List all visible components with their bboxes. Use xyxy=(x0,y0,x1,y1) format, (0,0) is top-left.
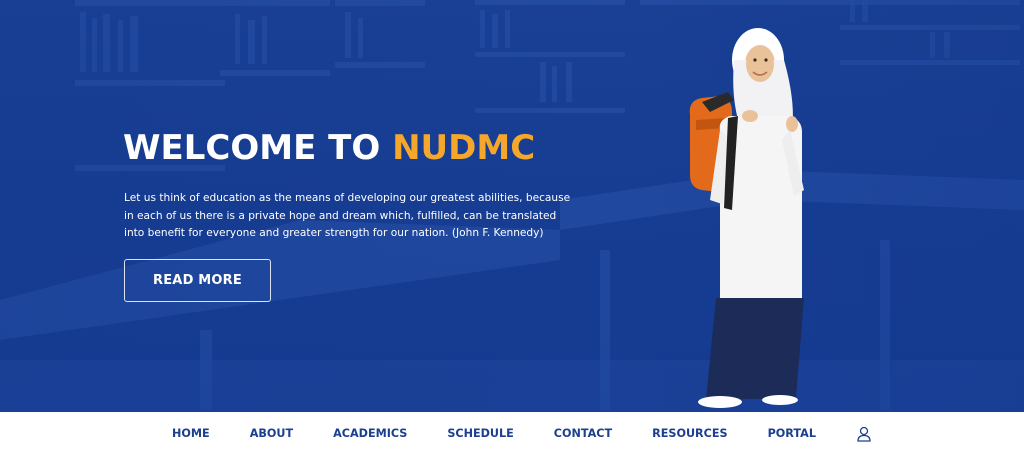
student-image xyxy=(689,28,804,408)
hero-banner: WELCOME TO NUDMC Let us think of educati… xyxy=(0,0,1024,412)
hero-title: WELCOME TO NUDMC xyxy=(123,126,535,170)
hero-quote: Let us think of education as the means o… xyxy=(124,192,571,239)
user-icon[interactable] xyxy=(856,426,872,442)
hero-title-accent: NUDMC xyxy=(392,128,536,168)
nav-contact[interactable]: CONTACT xyxy=(554,427,612,440)
nav-list: HOME ABOUT ACADEMICS SCHEDULE CONTACT RE… xyxy=(152,426,872,442)
nav-academics[interactable]: ACADEMICS xyxy=(333,427,407,440)
nav-about[interactable]: ABOUT xyxy=(250,427,293,440)
read-more-button[interactable]: READ MORE xyxy=(124,259,271,302)
nav-home[interactable]: HOME xyxy=(172,427,210,440)
nav-portal[interactable]: PORTAL xyxy=(768,427,816,440)
hero-title-prefix: WELCOME TO xyxy=(123,128,393,168)
nav-schedule[interactable]: SCHEDULE xyxy=(447,427,513,440)
nav-resources[interactable]: RESOURCES xyxy=(652,427,727,440)
main-navbar: HOME ABOUT ACADEMICS SCHEDULE CONTACT RE… xyxy=(0,412,1024,455)
